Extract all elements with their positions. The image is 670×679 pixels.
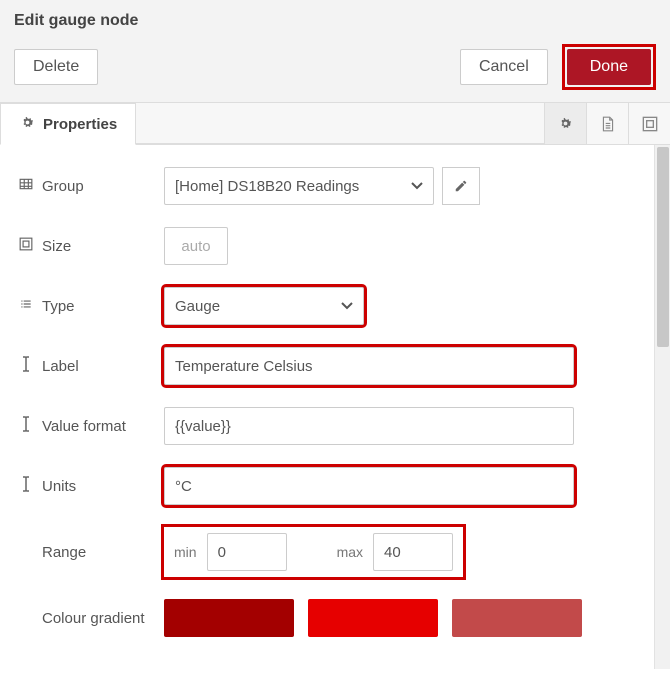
- size-icon: [18, 237, 34, 255]
- colour-swatch-1[interactable]: [164, 599, 294, 637]
- delete-button[interactable]: Delete: [14, 49, 98, 85]
- tabs-row: Properties: [0, 103, 670, 145]
- edit-group-button[interactable]: [442, 167, 480, 205]
- label-type: Type: [18, 297, 164, 315]
- group-select[interactable]: [Home] DS18B20 Readings: [164, 167, 434, 205]
- label-size: Size: [18, 237, 164, 255]
- label-range: Range: [18, 544, 164, 561]
- tab-docs-icon-button[interactable]: [586, 103, 628, 144]
- gear-icon: [558, 116, 573, 131]
- layout-icon: [642, 116, 658, 132]
- dialog-header: Edit gauge node Delete Cancel Done: [0, 0, 670, 103]
- gear-icon: [19, 115, 35, 134]
- tab-settings-icon-button[interactable]: [544, 103, 586, 144]
- text-cursor-icon: [18, 416, 34, 436]
- tab-layout-icon-button[interactable]: [628, 103, 670, 144]
- label-group: Group: [18, 177, 164, 195]
- table-icon: [18, 177, 34, 195]
- row-units: Units: [18, 467, 636, 505]
- form-area: Group [Home] DS18B20 Readings Size Type …: [0, 145, 670, 669]
- done-button[interactable]: Done: [567, 49, 651, 85]
- label-range-text: Range: [42, 544, 86, 561]
- label-size-text: Size: [42, 238, 71, 255]
- row-size: Size: [18, 227, 636, 265]
- label-units: Units: [18, 476, 164, 496]
- row-range: Range min max: [18, 527, 636, 577]
- row-value-format: Value format: [18, 407, 636, 445]
- range-max-input[interactable]: [373, 533, 453, 571]
- label-type-text: Type: [42, 298, 75, 315]
- tab-spacer: [136, 103, 544, 144]
- cancel-button[interactable]: Cancel: [460, 49, 548, 85]
- units-input[interactable]: [164, 467, 574, 505]
- range-box: min max: [164, 527, 463, 577]
- scrollbar[interactable]: [654, 145, 670, 669]
- text-cursor-icon: [18, 476, 34, 496]
- colour-swatch-2[interactable]: [308, 599, 438, 637]
- header-buttons: Delete Cancel Done: [14, 44, 656, 90]
- form-body: Group [Home] DS18B20 Readings Size Type …: [0, 145, 654, 669]
- label-colour-gradient: Colour gradient: [18, 610, 164, 627]
- text-cursor-icon: [18, 356, 34, 376]
- label-group-text: Group: [42, 178, 84, 195]
- row-label: Label: [18, 347, 636, 385]
- list-icon: [18, 297, 34, 315]
- colour-swatch-3[interactable]: [452, 599, 582, 637]
- label-label: Label: [18, 356, 164, 376]
- tab-properties-label: Properties: [43, 116, 117, 133]
- label-label-text: Label: [42, 358, 79, 375]
- label-value-format-text: Value format: [42, 418, 126, 435]
- size-input[interactable]: [164, 227, 228, 265]
- range-max-label: max: [337, 544, 363, 560]
- range-min-input[interactable]: [207, 533, 287, 571]
- tab-properties[interactable]: Properties: [0, 103, 136, 145]
- row-colour-gradient: Colour gradient: [18, 599, 636, 637]
- label-value-format: Value format: [18, 416, 164, 436]
- label-colour-gradient-text: Colour gradient: [42, 610, 145, 627]
- dialog-title: Edit gauge node: [14, 12, 656, 30]
- row-group: Group [Home] DS18B20 Readings: [18, 167, 636, 205]
- row-type: Type Gauge: [18, 287, 636, 325]
- value-format-input[interactable]: [164, 407, 574, 445]
- type-select[interactable]: Gauge: [164, 287, 364, 325]
- pencil-icon: [454, 179, 468, 193]
- document-icon: [601, 116, 615, 132]
- scrollbar-thumb[interactable]: [657, 147, 669, 347]
- range-min-label: min: [174, 544, 197, 560]
- colour-swatches: [164, 599, 582, 637]
- label-units-text: Units: [42, 478, 76, 495]
- label-input[interactable]: [164, 347, 574, 385]
- done-highlight: Done: [562, 44, 656, 90]
